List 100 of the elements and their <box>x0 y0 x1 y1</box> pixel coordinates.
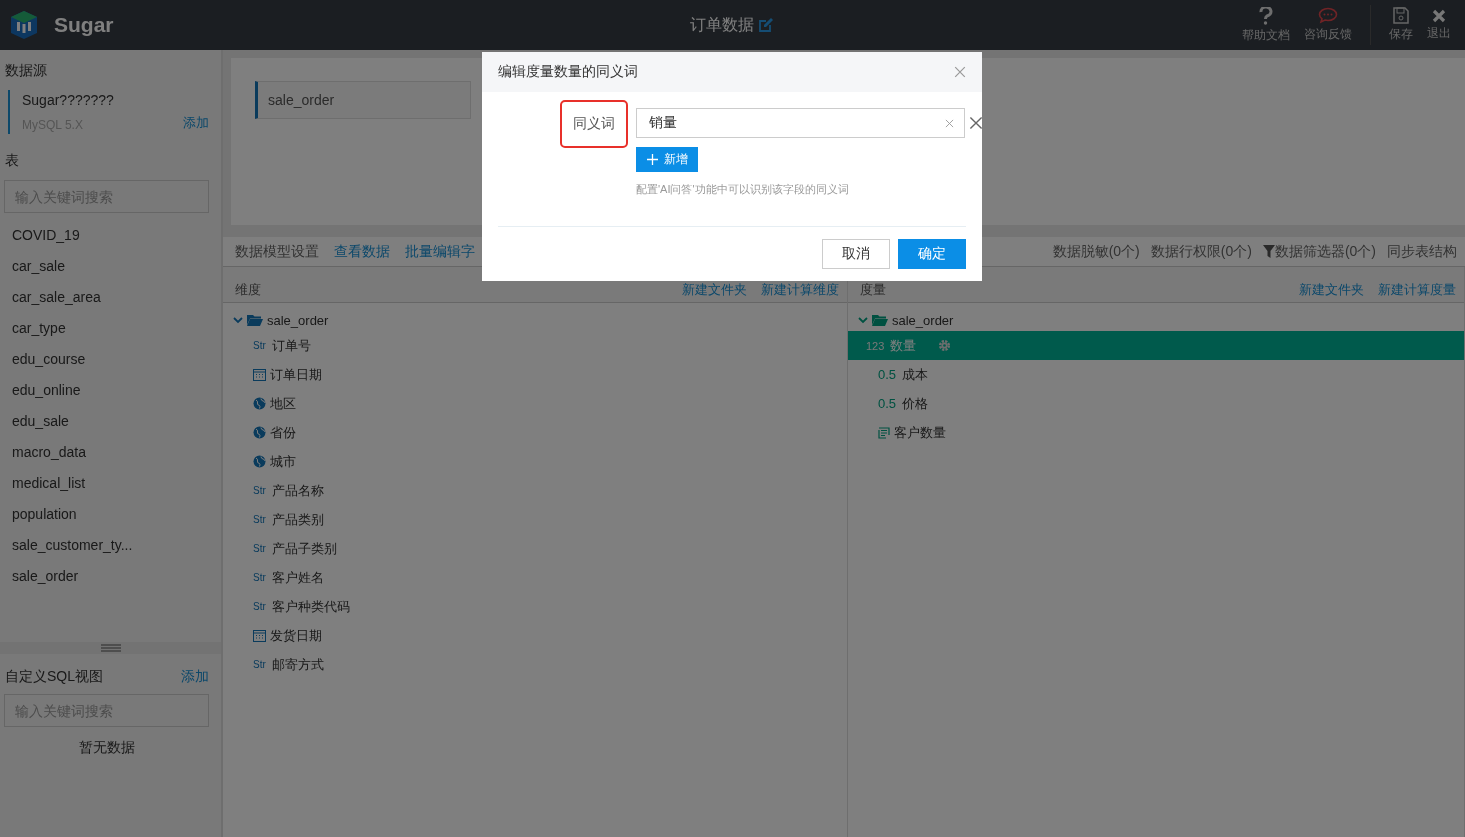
field-item[interactable]: 0.5 价格 <box>858 389 1464 418</box>
folder-icon <box>247 314 263 326</box>
field-name: 产品名称 <box>271 481 324 500</box>
table-item[interactable]: car_sale <box>4 253 209 284</box>
folder-name[interactable]: sale_order <box>267 312 329 328</box>
field-item[interactable]: 0.5 成本 <box>858 360 1464 389</box>
globe-icon <box>253 426 266 439</box>
type-label: Str <box>253 659 266 670</box>
section-title: 表 <box>5 152 20 170</box>
table-item[interactable]: car_type <box>4 315 209 346</box>
synonym-field[interactable]: 销量 <box>636 108 965 138</box>
remove-button[interactable] <box>969 116 983 130</box>
field-item[interactable]: 发货日期 <box>233 621 847 650</box>
close-button[interactable] <box>954 66 966 78</box>
type-label: Str <box>253 514 266 525</box>
settings-icon[interactable] <box>938 339 952 352</box>
toolbar-item[interactable]: 同步表结构 <box>1387 242 1457 261</box>
field-name: 产品类别 <box>271 510 324 529</box>
toolbar-link[interactable]: 批量编辑字 <box>405 242 475 261</box>
field-name: 成本 <box>902 365 929 384</box>
table-item[interactable]: medical_list <box>4 470 209 501</box>
field-item[interactable]: Str 产品类别 <box>233 505 847 534</box>
folder-name[interactable]: sale_order <box>892 312 954 328</box>
close-icon <box>969 116 983 130</box>
folder-icon <box>872 314 888 326</box>
add-button[interactable]: 新增 <box>636 147 698 172</box>
table-item[interactable]: macro_data <box>4 439 209 470</box>
field-item[interactable]: Str 订单号 <box>233 331 847 360</box>
field-item[interactable]: Str 产品子类别 <box>233 534 847 563</box>
panel-link[interactable]: 新建计算度量 <box>1378 281 1456 299</box>
field-name: 订单号 <box>271 336 311 355</box>
chevron-down-icon[interactable] <box>233 315 243 325</box>
logo-text: Sugar <box>54 13 114 37</box>
clear-icon <box>945 118 954 128</box>
type-label: 123 <box>866 339 885 352</box>
table-item[interactable]: sale_customer_ty... <box>4 532 209 563</box>
panel-link[interactable]: 新建文件夹 <box>682 281 747 299</box>
field-name: 产品子类别 <box>271 539 337 558</box>
calendar-icon <box>253 368 266 381</box>
chevron-down-icon[interactable] <box>858 315 868 325</box>
type-label: Str <box>253 543 266 554</box>
resize-handle[interactable] <box>0 642 221 654</box>
edit-icon[interactable] <box>757 17 774 33</box>
close-icon <box>954 66 966 78</box>
globe-icon <box>253 397 266 410</box>
field-item[interactable]: 省份 <box>233 418 847 447</box>
header-action[interactable]: 帮助文档 <box>1240 6 1292 44</box>
toolbar-label: 数据模型设置 <box>235 242 319 261</box>
panel-title: 度量 <box>860 281 886 299</box>
table-item[interactable]: population <box>4 501 209 532</box>
table-item[interactable]: edu_sale <box>4 408 209 439</box>
field-item[interactable]: 客户数量 <box>858 418 1464 447</box>
field-item[interactable]: 地区 <box>233 389 847 418</box>
table-item[interactable]: COVID_19 <box>4 222 209 253</box>
field-name: 省份 <box>270 423 296 442</box>
type-label: Str <box>253 485 266 496</box>
field-item[interactable]: Str 邮寄方式 <box>233 650 847 679</box>
field-name: 价格 <box>902 394 929 413</box>
field-item[interactable]: 123 数量 <box>848 331 1464 360</box>
header-action[interactable]: 保存 <box>1387 7 1415 43</box>
question-icon <box>1259 6 1273 25</box>
field-name: 地区 <box>270 394 296 413</box>
section-title: 自定义SQL视图 <box>5 668 103 686</box>
table-item[interactable]: car_sale_area <box>4 284 209 315</box>
field-name: 客户数量 <box>894 423 946 442</box>
field-item[interactable]: Str 客户种类代码 <box>233 592 847 621</box>
table-item[interactable]: edu_online <box>4 377 209 408</box>
table-item[interactable]: sale_order <box>4 563 209 594</box>
add-link[interactable]: 添加 <box>181 668 209 686</box>
cancel-button[interactable]: 取消 <box>822 239 890 269</box>
field-name: 数量 <box>890 336 917 355</box>
type-label: Str <box>253 340 266 351</box>
field-name: 客户姓名 <box>271 568 324 587</box>
field-item[interactable]: Str 产品名称 <box>233 476 847 505</box>
empty-text: 暂无数据 <box>77 739 136 757</box>
drag-lines-icon <box>100 644 121 652</box>
page-title: 订单数据 <box>689 14 754 35</box>
panel-link[interactable]: 新建计算维度 <box>761 281 839 299</box>
type-label: 0.5 <box>878 396 897 411</box>
field-label: 同义词 <box>560 100 628 148</box>
type-label: Str <box>253 572 266 583</box>
toolbar-item[interactable]: 数据筛选器(0个) <box>1262 242 1376 261</box>
field-item[interactable]: 订单日期 <box>233 360 847 389</box>
header-action[interactable]: 咨询反馈 <box>1302 7 1354 43</box>
type-label: 0.5 <box>878 367 897 382</box>
add-link[interactable]: 添加 <box>183 114 209 132</box>
toolbar-link[interactable]: 查看数据 <box>334 242 390 261</box>
globe-icon <box>253 455 266 468</box>
source-tab[interactable]: sale_order <box>255 81 471 119</box>
ok-button[interactable]: 确定 <box>898 239 966 269</box>
field-item[interactable]: 城市 <box>233 447 847 476</box>
panel-link[interactable]: 新建文件夹 <box>1299 281 1364 299</box>
header-action[interactable]: 退出 <box>1425 8 1453 42</box>
list-icon <box>878 426 890 439</box>
hint-text: 配置'AI问答'功能中可以识别该字段的同义词 <box>636 182 850 197</box>
toolbar-item[interactable]: 数据行权限(0个) <box>1150 242 1252 261</box>
chat-bubble-icon <box>1318 7 1338 24</box>
field-item[interactable]: Str 客户姓名 <box>233 563 847 592</box>
toolbar-item[interactable]: 数据脱敏(0个) <box>1052 242 1140 261</box>
table-item[interactable]: edu_course <box>4 346 209 377</box>
